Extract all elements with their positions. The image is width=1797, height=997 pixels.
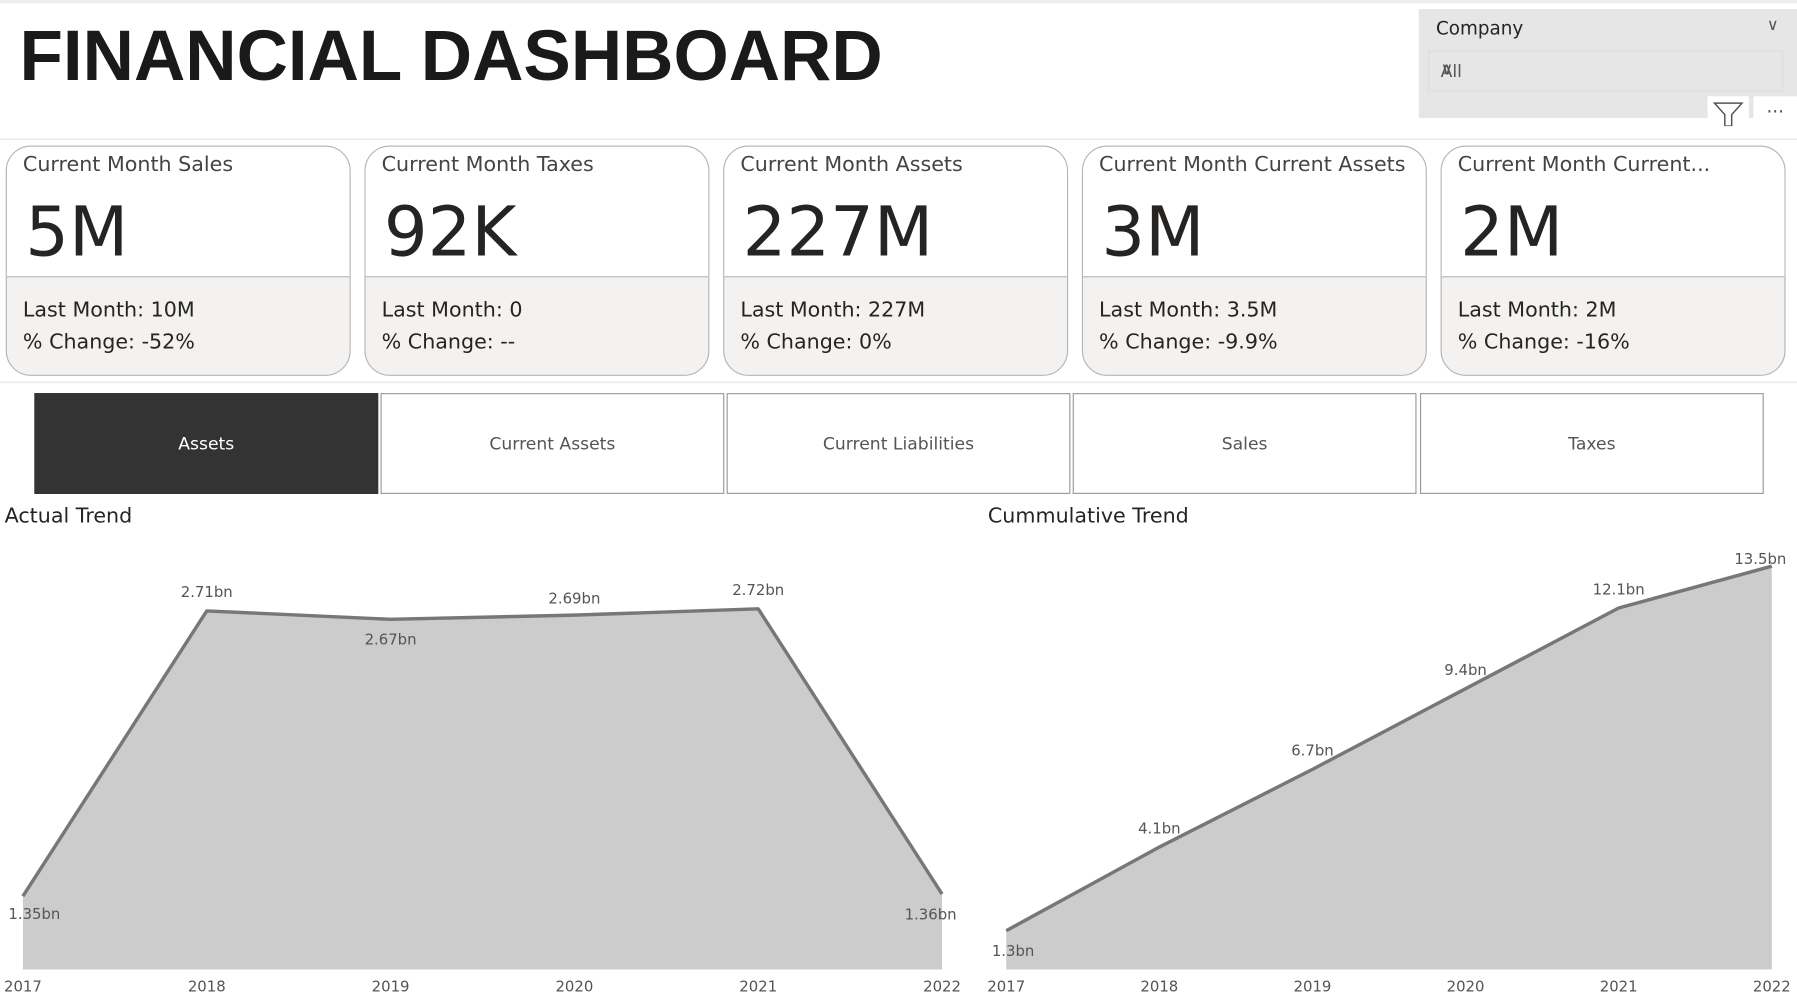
x-tick-label: 2020 bbox=[1447, 977, 1485, 995]
x-tick-label: 2019 bbox=[1294, 977, 1332, 995]
x-tick-label: 2022 bbox=[923, 977, 961, 995]
data-label: 6.7bn bbox=[1291, 742, 1334, 760]
data-label: 2.69bn bbox=[548, 590, 600, 608]
x-tick-label: 2017 bbox=[987, 977, 1025, 995]
x-tick-label: 2018 bbox=[188, 977, 226, 995]
data-label: 1.35bn bbox=[8, 905, 60, 923]
data-label: 2.67bn bbox=[365, 631, 417, 649]
area-fill bbox=[22, 608, 943, 970]
x-tick-label: 2021 bbox=[739, 977, 777, 995]
trend-charts: 1.35bn 2017 2.71bn 2018 2.67bn 2019 2.69bn 2020… bbox=[4, 550, 1791, 995]
x-tick-label: 2021 bbox=[1600, 977, 1638, 995]
area-fill bbox=[1006, 566, 1772, 970]
data-label: 2.71bn bbox=[181, 583, 233, 601]
x-tick-label: 2019 bbox=[372, 977, 410, 995]
data-label: 12.1bn bbox=[1593, 580, 1645, 598]
x-tick-label: 2017 bbox=[4, 977, 42, 995]
data-label: 1.36bn bbox=[905, 905, 957, 923]
x-tick-label: 2022 bbox=[1753, 977, 1791, 995]
data-label: 9.4bn bbox=[1444, 661, 1487, 679]
data-label: 13.5bn bbox=[1734, 550, 1786, 568]
x-tick-label: 2020 bbox=[555, 977, 593, 995]
data-label: 2.72bn bbox=[732, 581, 784, 599]
data-label: 4.1bn bbox=[1138, 819, 1181, 837]
x-tick-label: 2018 bbox=[1140, 977, 1178, 995]
data-label: 1.3bn bbox=[992, 942, 1035, 960]
